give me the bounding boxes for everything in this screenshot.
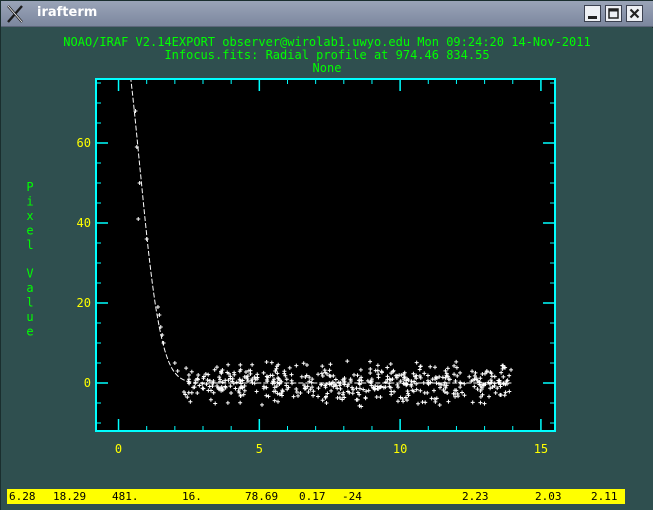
x-tick-label: 0	[115, 442, 122, 456]
x-logo-icon	[5, 4, 25, 24]
y-axis-label: Pixel Value	[26, 180, 33, 339]
maximize-icon	[608, 8, 619, 19]
status-field: 78.69	[245, 490, 279, 503]
graphics-terminal[interactable]: NOAO/IRAF V2.14EXPORT observer@wirolab1.…	[1, 28, 653, 510]
minimize-button[interactable]	[584, 5, 601, 22]
plot-area	[96, 79, 555, 431]
y-tick-label: 60	[77, 136, 91, 150]
title-bar[interactable]: irafterm	[1, 1, 653, 27]
status-field: 18.29	[53, 490, 87, 503]
y-tick-label: 0	[84, 376, 91, 390]
close-button[interactable]	[626, 5, 643, 22]
plot-title-line-3: None	[313, 61, 342, 75]
y-tick-label: 20	[77, 296, 91, 310]
x-tick-label: 15	[534, 442, 548, 456]
plot-title-line-1: NOAO/IRAF V2.14EXPORT observer@wirolab1.…	[63, 35, 590, 49]
status-field: 2.11	[591, 490, 618, 503]
status-field: 481.	[112, 490, 139, 503]
status-field: 2.03	[535, 490, 562, 503]
status-field: 2.23	[462, 490, 489, 503]
maximize-button[interactable]	[605, 5, 622, 22]
x-tick-label: 10	[393, 442, 407, 456]
irafterm-window: irafterm NOAO/IRAF V2.14EXPORT observer@…	[0, 0, 653, 510]
radial-profile-plot: NOAO/IRAF V2.14EXPORT observer@wirolab1.…	[26, 35, 590, 456]
status-line: 6.28 18.29 481. 16. 78.69 0.17 -24 2.23 2.03 2.11	[7, 489, 625, 504]
x-tick-label: 5	[256, 442, 263, 456]
close-icon	[629, 8, 640, 19]
minimize-icon	[588, 16, 597, 19]
plot-title-line-2: Infocus.fits: Radial profile at 974.46 8…	[164, 48, 489, 62]
y-tick-label: 40	[77, 216, 91, 230]
status-field: 6.28	[9, 490, 36, 503]
status-field: -24	[342, 490, 362, 503]
status-field: 16.	[182, 490, 202, 503]
window-title: irafterm	[37, 5, 98, 20]
status-field: 0.17	[299, 490, 326, 503]
